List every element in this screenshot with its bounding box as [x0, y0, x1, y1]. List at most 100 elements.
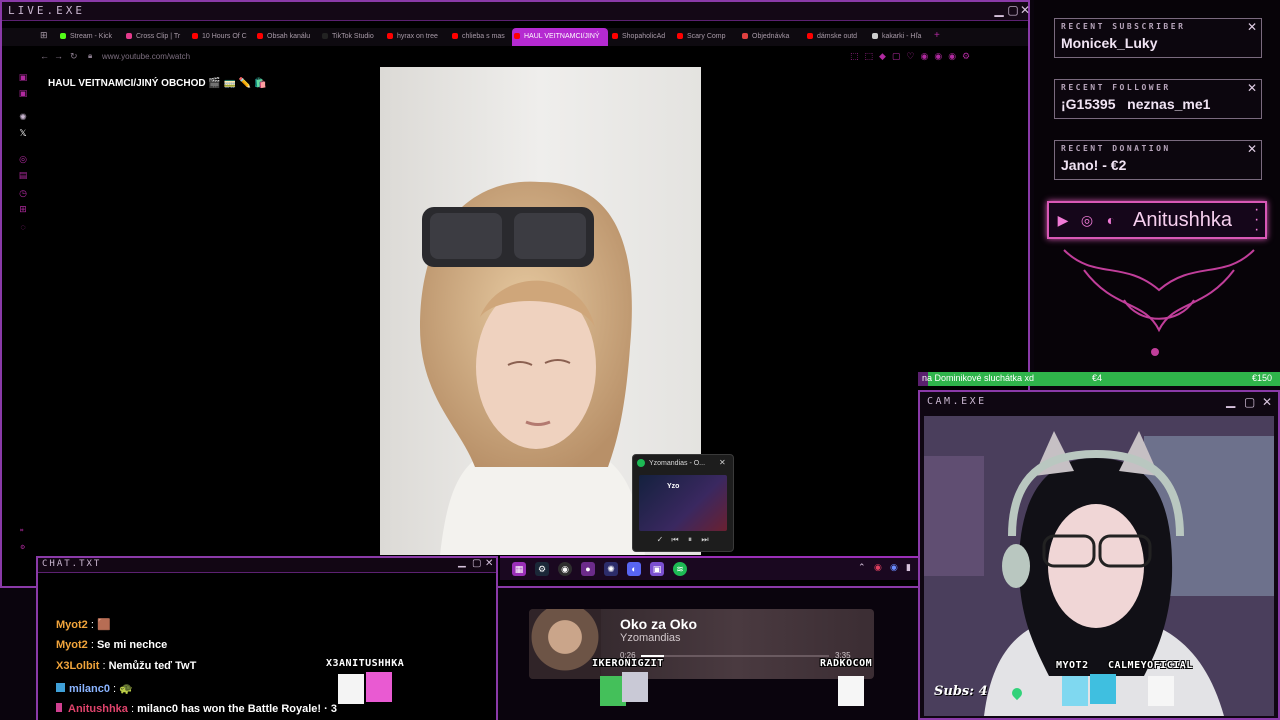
sidebar-icon-9[interactable]: ⚙: [20, 544, 25, 551]
tab-12[interactable]: kakarki - Hľa: [870, 28, 934, 46]
chat-close-icon[interactable]: ✕: [485, 558, 493, 569]
tray-icon-3[interactable]: ▮: [906, 562, 911, 573]
address-input[interactable]: www.youtube.com/watch: [102, 52, 190, 61]
tab-11[interactable]: dámske outd: [805, 28, 869, 46]
tab-4[interactable]: TikTok Studio: [320, 28, 384, 46]
tray-icon-1[interactable]: ◉: [874, 562, 882, 573]
tab-10[interactable]: Objednávka: [740, 28, 804, 46]
tray-chevron-icon[interactable]: ⌃: [858, 562, 866, 573]
minimize-icon[interactable]: ▁: [992, 3, 1006, 17]
new-tab-icon[interactable]: +: [934, 30, 940, 41]
x-icon[interactable]: 𝕏: [18, 128, 28, 138]
tab-label: kakarki - Hľa: [882, 33, 922, 40]
calendar-icon[interactable]: ▦: [512, 562, 526, 576]
extension-icons[interactable]: ⬚⬚◆▢♡◉◉◉⚙: [850, 51, 976, 62]
sidebar-icon-8[interactable]: ⌗: [20, 528, 23, 535]
close-icon[interactable]: ✕: [1018, 3, 1032, 17]
chat-username[interactable]: Myot2: [56, 619, 88, 631]
close-icon[interactable]: ✕: [1247, 20, 1257, 34]
tab-9[interactable]: Scary Comp: [675, 28, 739, 46]
close-icon[interactable]: ✕: [1247, 142, 1257, 156]
thumbnail-label: Yzo: [667, 483, 680, 490]
tab-overview-icon[interactable]: ⊞: [40, 30, 48, 41]
spotify-taskbar-icon[interactable]: ≋: [673, 562, 687, 576]
live-window-title: LIVE.EXE: [8, 4, 85, 17]
tab-2[interactable]: 10 Hours Of C: [190, 28, 254, 46]
sidebar-icon-4[interactable]: ▤: [18, 170, 28, 180]
tab-label: Cross Clip | Tr: [136, 33, 181, 40]
like-icon[interactable]: ✓: [655, 535, 665, 545]
chat-text: Se mi nechce: [96, 639, 168, 651]
steam-icon[interactable]: ⚙: [535, 562, 549, 576]
discord-icon[interactable]: ◐: [627, 562, 641, 576]
tab-7-active[interactable]: HAUL VEITNAMCI/JINÝ: [512, 28, 608, 46]
tray-icon-2[interactable]: ◉: [890, 562, 898, 573]
tab-8[interactable]: ShopaholicAd: [610, 28, 674, 46]
alert-value: Jano! - €2: [1061, 157, 1127, 173]
sidebar-icon-2[interactable]: ▣: [18, 88, 28, 98]
chat-separator: :: [99, 660, 109, 672]
tab-favicon: [126, 33, 132, 40]
pixel-avatar: [338, 674, 364, 704]
twitch-icon[interactable]: ▣: [650, 562, 664, 576]
previous-icon[interactable]: ⏮: [670, 535, 680, 545]
tab-label: Obsah kanálu: [267, 33, 311, 40]
alert-value: Monicek_Luky: [1061, 35, 1158, 51]
tab-label: HAUL VEITNAMCI/JINÝ: [524, 33, 600, 40]
spotify-mini-player[interactable]: Yzomandias - O... ✕ Yzo ✓ ⏮ ⏸ ⏭: [632, 454, 734, 552]
browser-sidebar: ◉ ▣ ▣ ✺ 𝕏 ◎ ▤ ◷ ⊞ ◌: [14, 36, 34, 546]
track-artist: Yzomandias: [620, 632, 681, 644]
pause-icon[interactable]: ⏸: [685, 535, 695, 545]
chat-username[interactable]: Myot2: [56, 639, 88, 651]
close-icon[interactable]: ✕: [1247, 81, 1257, 95]
spotify-icon: [637, 459, 645, 467]
tab-5[interactable]: hyrax on tree: [385, 28, 449, 46]
chat-username[interactable]: X3Lolbit: [56, 660, 99, 672]
tab-favicon: [872, 33, 878, 40]
chat-text: 🐢: [119, 683, 133, 695]
cam-maximize-icon[interactable]: ▢: [1244, 395, 1255, 409]
sidebar-icon-3[interactable]: ◎: [18, 154, 28, 164]
pixel-avatar: [1090, 674, 1116, 704]
back-icon[interactable]: ←: [40, 51, 49, 61]
sidebar-icon-5[interactable]: ◷: [18, 188, 28, 198]
tab-favicon: [452, 33, 458, 40]
chat-username[interactable]: Anitushhka: [68, 703, 128, 715]
pixel-avatar: [366, 672, 392, 702]
tab-label: ShopaholicAd: [622, 33, 666, 40]
goal-description: na Dominikové sluchátka xd: [922, 373, 1035, 383]
chat-text: Nemůžu teď TwT: [108, 660, 197, 672]
next-icon[interactable]: ⏭: [700, 535, 710, 545]
chat-minimize-icon[interactable]: ▁: [458, 557, 466, 568]
recent-subscriber-box: RECENT SUBSCRIBER Monicek_Luky ✕: [1054, 18, 1262, 58]
settings-icon[interactable]: ✺: [604, 562, 618, 576]
tab-label: chlieba s mas: [462, 33, 505, 40]
chrome-icon[interactable]: ◉: [558, 562, 572, 576]
forward-icon[interactable]: →: [54, 51, 63, 61]
tab-6[interactable]: chlieba s mas: [450, 28, 514, 46]
reload-icon[interactable]: ↻: [70, 51, 78, 62]
spotify-popup-title: Yzomandias - O...: [649, 460, 706, 467]
tab-3[interactable]: Obsah kanálu: [255, 28, 319, 46]
track-progress-bar: [641, 655, 829, 657]
pixel-avatar: [838, 676, 864, 706]
cam-close-icon[interactable]: ✕: [1262, 395, 1272, 409]
chatgpt-icon[interactable]: ✺: [18, 112, 28, 122]
chat-message: milanc0 : 🐢: [56, 682, 133, 695]
pixel-viewer-name: RADKOCOM: [820, 658, 873, 669]
popup-close-icon[interactable]: ✕: [719, 458, 726, 467]
sidebar-icon-1[interactable]: ▣: [18, 72, 28, 82]
tab-label: Objednávka: [752, 33, 790, 40]
goal-target: €150: [1252, 373, 1273, 383]
chat-maximize-icon[interactable]: ▢: [472, 558, 481, 569]
track-title: Oko za Oko: [620, 616, 698, 632]
lock-icon: 🔒︎: [88, 51, 93, 60]
tab-0[interactable]: Stream - Kick: [58, 28, 124, 46]
pixel-viewer-name: X3ANITUSHHKA: [326, 658, 405, 669]
tab-1[interactable]: Cross Clip | Tr: [124, 28, 188, 46]
sidebar-icon-6[interactable]: ⊞: [18, 204, 28, 214]
obs-icon[interactable]: ●: [581, 562, 595, 576]
cam-minimize-icon[interactable]: ▁: [1226, 394, 1235, 408]
chat-username[interactable]: milanc0: [69, 683, 110, 695]
sidebar-icon-7[interactable]: ◌: [18, 222, 28, 232]
